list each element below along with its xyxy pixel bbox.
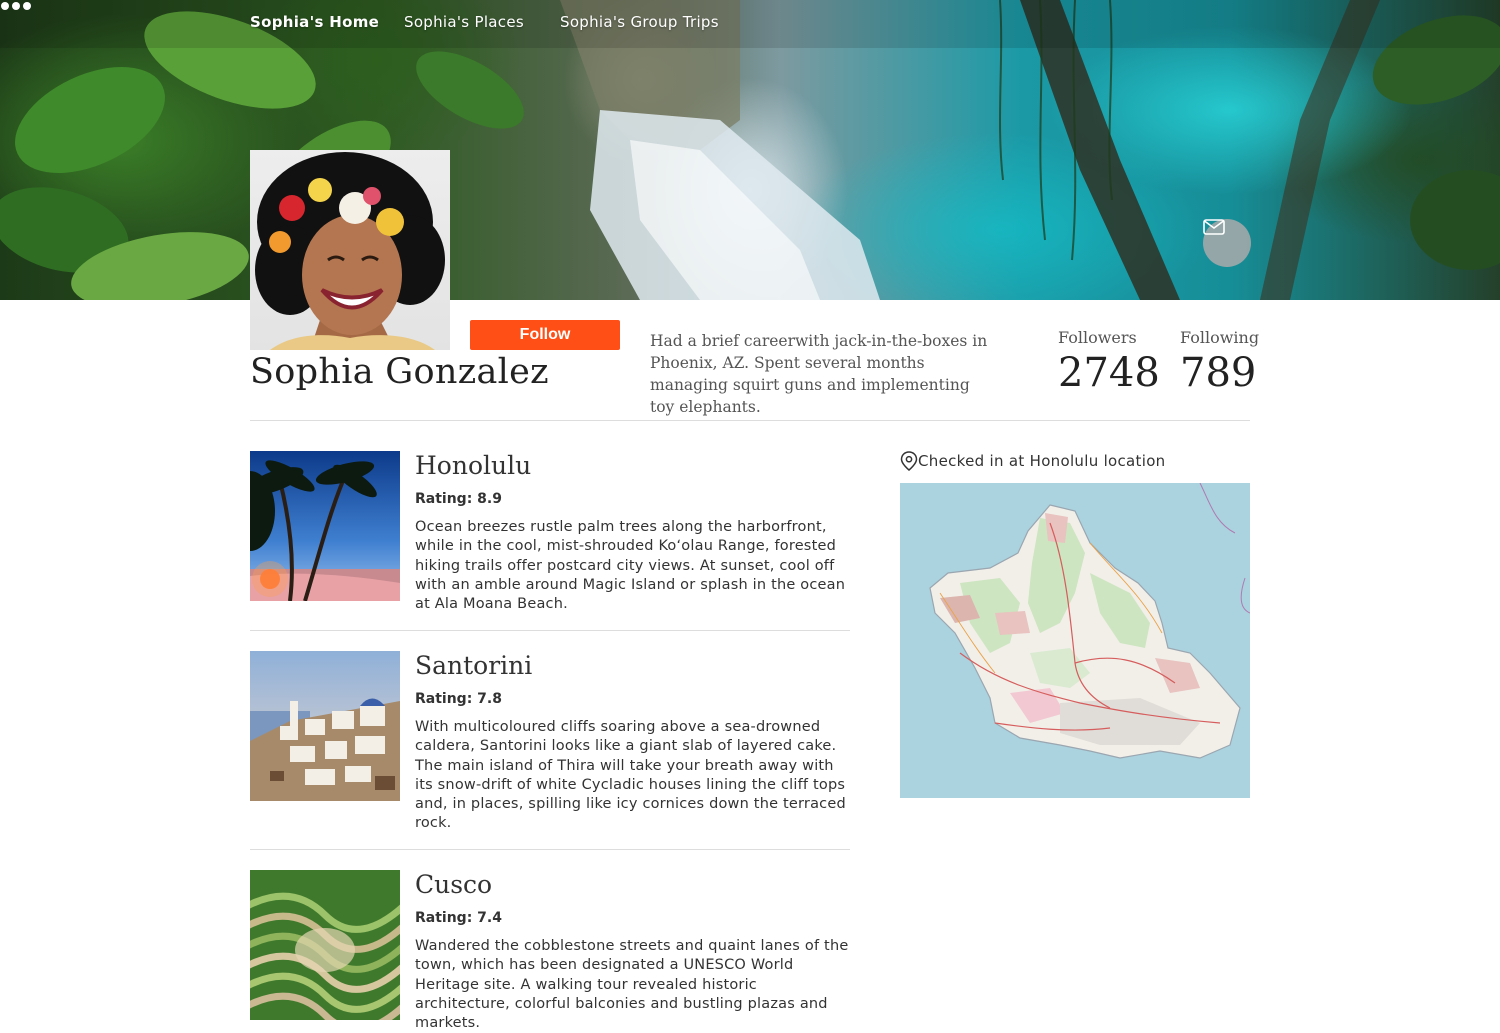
place-description: With multicoloured cliffs soaring above … — [415, 719, 846, 832]
cover-photo: Sophia's Home Sophia's Places Sophia's G… — [0, 0, 1500, 300]
followers-count: 2748 — [1058, 350, 1160, 396]
place-rating: Rating: 7.4 — [415, 910, 502, 926]
place-description: Wandered the cobblestone streets and qua… — [415, 938, 849, 1032]
profile-bio: Had a brief careerwith jack-in-the-boxes… — [650, 332, 988, 416]
place-card-santorini[interactable]: Santorini Rating: 7.8 With multicoloured… — [250, 651, 850, 850]
map-pin-icon — [900, 451, 918, 471]
nav-item-home[interactable]: Sophia's Home — [250, 13, 379, 31]
oahu-map-illustration — [929, 483, 1250, 759]
place-divider — [250, 849, 850, 850]
place-divider — [250, 630, 850, 631]
following-label: Following — [1180, 328, 1260, 347]
place-thumbnail[interactable] — [250, 870, 400, 1020]
followers-label: Followers — [1058, 328, 1137, 347]
profile-photo — [255, 152, 445, 350]
place-card-cusco[interactable]: Cusco Rating: 7.4 Wandered the cobblesto… — [250, 870, 850, 1031]
profile-name: Sophia Gonzalez — [250, 352, 549, 392]
place-thumbnail[interactable] — [250, 651, 400, 801]
location-map[interactable] — [900, 483, 1250, 798]
following-stat[interactable]: Following 789 — [1180, 328, 1259, 395]
message-button[interactable] — [1203, 219, 1251, 267]
more-horizontal-icon[interactable] — [0, 0, 32, 12]
place-title[interactable]: Santorini — [415, 651, 532, 680]
place-description: Ocean breezes rustle palm trees along th… — [415, 519, 846, 613]
avatar — [250, 150, 450, 350]
place-title[interactable]: Honolulu — [415, 451, 531, 480]
place-rating: Rating: 8.9 — [415, 491, 502, 507]
follow-button[interactable]: Follow — [470, 320, 620, 350]
place-thumbnail[interactable] — [250, 451, 400, 601]
top-navigation: Sophia's Home Sophia's Places Sophia's G… — [0, 0, 1500, 48]
place-card-honolulu[interactable]: Honolulu Rating: 8.9 Ocean breezes rustl… — [250, 451, 850, 631]
checkin-caption: Checked in at Honolulu location — [900, 451, 1165, 471]
nav-item-places[interactable]: Sophia's Places — [404, 13, 524, 31]
santorini-photo — [250, 651, 400, 801]
following-count: 789 — [1180, 350, 1257, 396]
place-rating: Rating: 7.8 — [415, 691, 502, 707]
nav-item-group-trips[interactable]: Sophia's Group Trips — [560, 13, 719, 31]
beach-photo — [250, 451, 400, 601]
terraces-photo — [250, 870, 400, 1020]
checkin-text: Checked in at Honolulu location — [918, 452, 1166, 470]
mail-icon — [1203, 219, 1225, 235]
place-title[interactable]: Cusco — [415, 870, 492, 899]
followers-stat[interactable]: Followers 2748 — [1058, 328, 1160, 395]
section-divider — [250, 420, 1250, 421]
